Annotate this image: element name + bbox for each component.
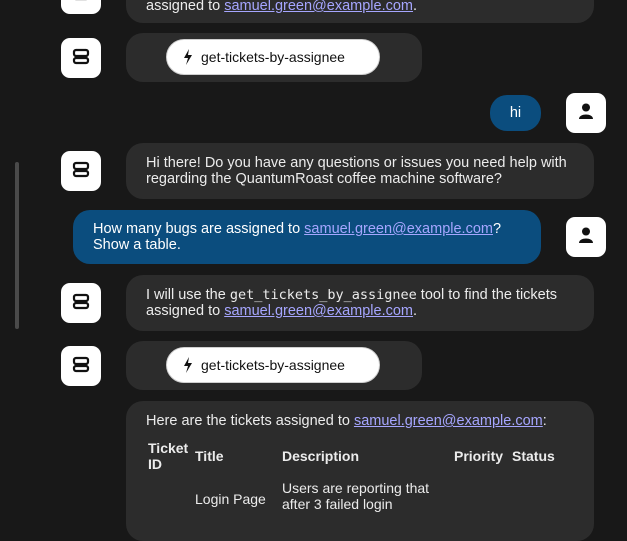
scrollbar[interactable] xyxy=(15,0,21,501)
user-avatar xyxy=(566,217,606,257)
table-header-row: Ticket ID Title Description Priority Sta… xyxy=(148,440,572,476)
header-title: Title xyxy=(195,448,224,464)
cell-ticket-id xyxy=(148,476,195,512)
bot-avatar xyxy=(61,346,101,386)
bot-message: I will use the get_tickets_by_assignee t… xyxy=(126,275,594,331)
message-text: Here are the tickets assigned to xyxy=(146,413,354,429)
header-priority: Priority xyxy=(454,448,504,464)
tool-code: get_tickets_by_assignee xyxy=(229,287,417,303)
bot-tool-message: get-tickets-by-assignee xyxy=(126,33,422,82)
message-text: . xyxy=(413,0,418,14)
cell-title: Login Page xyxy=(195,491,266,507)
tool-name: get-tickets-by-assignee xyxy=(201,357,345,373)
tool-call-button[interactable]: get-tickets-by-assignee xyxy=(166,347,380,383)
robot-icon xyxy=(71,46,91,70)
header-status: Status xyxy=(512,448,555,464)
tool-call-button[interactable]: get-tickets-by-assignee xyxy=(166,39,380,75)
person-icon xyxy=(577,226,595,248)
user-avatar xyxy=(566,93,606,133)
email-link[interactable]: samuel.green@example.com xyxy=(224,0,413,14)
bot-message: assigned to samuel.green@example.com. xyxy=(126,0,594,23)
lightning-bolt-icon xyxy=(167,357,201,373)
user-message: hi xyxy=(490,95,541,131)
cell-priority xyxy=(454,476,512,512)
scrollbar-thumb[interactable] xyxy=(15,162,19,329)
message-text: assigned to xyxy=(146,0,225,14)
bot-avatar xyxy=(61,0,101,14)
bot-avatar xyxy=(61,151,101,191)
bot-message: Hi there! Do you have any questions or i… xyxy=(126,143,594,199)
message-text: I will use the xyxy=(146,287,230,303)
tool-name: get-tickets-by-assignee xyxy=(201,49,345,65)
bot-avatar xyxy=(61,283,101,323)
message-text: How many bugs are assigned to xyxy=(93,221,305,237)
cell-status xyxy=(512,476,572,512)
user-message: How many bugs are assigned to samuel.gre… xyxy=(73,210,541,264)
message-text: . xyxy=(413,303,418,319)
table-row: Login Page Users are reporting that afte… xyxy=(148,476,572,512)
person-icon xyxy=(577,102,595,124)
table-intro: Here are the tickets assigned to samuel.… xyxy=(146,413,574,429)
cell-description: Users are reporting that after 3 failed … xyxy=(282,480,430,512)
bot-table-message: Here are the tickets assigned to samuel.… xyxy=(126,401,594,541)
bot-avatar xyxy=(61,38,101,78)
robot-icon xyxy=(71,354,91,378)
email-link[interactable]: samuel.green@example.com xyxy=(224,303,413,319)
message-text: Hi there! Do you have any questions or i… xyxy=(146,155,567,187)
message-text: hi xyxy=(509,105,522,121)
tickets-table: Ticket ID Title Description Priority Sta… xyxy=(148,440,572,512)
header-ticket-id: Ticket ID xyxy=(148,440,189,472)
header-description: Description xyxy=(282,448,360,464)
message-text: : xyxy=(542,413,547,429)
email-link[interactable]: samuel.green@example.com xyxy=(354,413,543,429)
robot-icon xyxy=(71,159,91,183)
robot-icon xyxy=(71,291,91,315)
bot-tool-message: get-tickets-by-assignee xyxy=(126,341,422,390)
email-link[interactable]: samuel.green@example.com xyxy=(304,221,493,237)
robot-icon xyxy=(71,0,91,6)
lightning-bolt-icon xyxy=(167,49,201,65)
